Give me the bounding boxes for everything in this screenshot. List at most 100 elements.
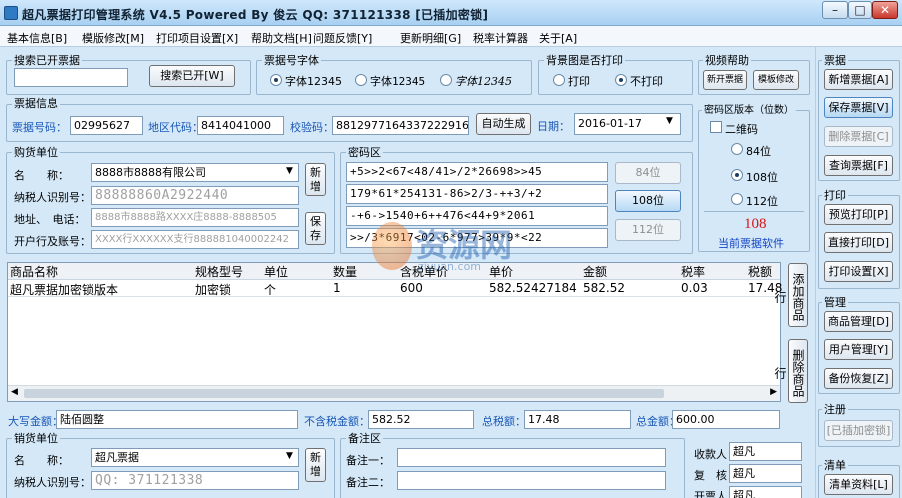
maximize-button[interactable]: □ [848,1,872,19]
date-picker[interactable]: 2016-01-17 [574,113,681,135]
auto-generate-button[interactable]: 自动生成 [476,113,531,135]
cipher-108-radio[interactable] [731,169,743,181]
remark-title: 备注区 [346,432,383,445]
payee-field[interactable]: 超凡 [729,442,802,461]
buyer-tax-field[interactable]: 88888860A2922440 [91,186,299,205]
scroll-thumb[interactable] [24,389,664,398]
cipher-108-button[interactable]: 108位 [615,190,681,212]
direct-print-button[interactable]: 直接打印[D] [824,232,893,253]
app-icon [4,6,18,20]
list-data-button[interactable]: 清单资料[L] [824,474,893,495]
search-input[interactable] [14,68,128,87]
font-option-1: 字体12345 [285,75,342,88]
save-bill-button[interactable]: 保存票据[V] [824,97,893,118]
font-radio-2[interactable] [355,74,367,86]
cell-amount: 582.52 [583,281,625,295]
remark-2-field[interactable] [397,471,666,490]
table-row[interactable] [8,280,780,297]
cipher-112-radio[interactable] [731,193,743,205]
caps-amount-field[interactable]: 陆佰圆整 [56,410,298,429]
buyer-new-button[interactable]: 新增 [305,163,326,196]
cell-spec: 加密锁 [195,283,232,297]
cipher-108-label: 108位 [746,171,778,184]
register-button[interactable]: [已插加密锁] [824,420,893,441]
menu-tax-calculator[interactable]: 税率计算器 [473,30,528,46]
verify-code-field[interactable]: 88129771643372229166 [332,116,469,135]
cipher-112-button[interactable]: 112位 [615,219,681,241]
add-goods-row-button[interactable]: 添加商品行 [773,263,808,327]
cipher-112-label: 112位 [746,195,778,208]
menu-feedback[interactable]: 问题反馈[Y] [313,30,372,46]
video-template-button[interactable]: 模板修改 [753,70,799,90]
cipher-84-button[interactable]: 84位 [615,162,681,184]
print-settings-button[interactable]: 打印设置[X] [824,261,893,282]
cipher-84-radio[interactable] [731,143,743,155]
caps-amount-label: 大写金额： [8,415,63,428]
qr-code-checkbox[interactable] [710,121,722,133]
user-manage-button[interactable]: 用户管理[Y] [824,339,893,360]
buyer-name-label: 名 称： [14,169,69,182]
font-radio-1[interactable] [270,74,282,86]
area-code-field[interactable]: 8414041000 [197,116,284,135]
total-tax-label: 总税额： [482,415,526,428]
cell-qty: 1 [333,281,341,295]
menu-template[interactable]: 模版修改[M] [82,30,144,46]
seller-tax-field[interactable]: QQ: 371121338 [91,471,299,490]
bg-print-radio[interactable] [553,74,565,86]
total-tax-field[interactable]: 17.48 [524,410,631,429]
cell-price-tax: 600 [400,281,423,295]
bill-number-field[interactable]: 02995627 [70,116,143,135]
goods-manage-button[interactable]: 商品管理[D] [824,311,893,332]
menu-basic-info[interactable]: 基本信息[B] [7,30,67,46]
search-button[interactable]: 搜索已开[W] [149,65,235,87]
cipher-line-2[interactable]: 179*61*254131-86>2/3-++3/+2 [346,184,608,204]
title-bar: 超凡票据打印管理系统 V4.5 Powered By 俊云 QQ: 371121… [0,0,902,26]
date-value: 2016-01-17 [578,117,642,130]
scroll-left-icon[interactable]: ◀ [11,387,18,397]
menu-help[interactable]: 帮助文档[H] [251,30,312,46]
cell-name: 超凡票据加密锁版本 [10,283,119,297]
close-button[interactable]: ✕ [872,1,898,19]
buyer-title: 购货单位 [12,146,60,159]
font-group-title: 票据号字体 [262,54,321,67]
col-unit: 单位 [264,265,289,279]
query-bill-button[interactable]: 查询票据[F] [824,155,893,176]
buyer-address-field[interactable]: 8888市8888路XXXX庄8888-8888505 [91,208,299,227]
font-radio-3[interactable] [440,74,452,86]
area-code-label: 地区代码： [148,121,203,134]
bg-noprint-radio[interactable] [615,74,627,86]
menu-print-items[interactable]: 打印项目设置[X] [156,30,238,46]
sidebar-register-title: 注册 [822,403,848,416]
delete-bill-button[interactable]: 删除票据[C] [824,126,893,147]
new-bill-button[interactable]: 新增票据[A] [824,69,893,90]
col-spec: 规格型号 [195,265,244,279]
col-tax-rate: 税率 [681,265,706,279]
sidebar-bill-title: 票据 [822,54,848,67]
drawer-field[interactable]: 超凡 [729,486,802,498]
buyer-address-label: 地址、 电话： [14,213,86,226]
buyer-bank-field[interactable]: XXXX行XXXXXX支行888881040002242 [91,230,299,249]
buyer-save-button[interactable]: 保存 [305,212,326,245]
menu-changelog[interactable]: 更新明细[G] [400,30,461,46]
reviewer-field[interactable]: 超凡 [729,464,802,483]
remark-1-field[interactable] [397,448,666,467]
preview-print-button[interactable]: 预览打印[P] [824,204,893,225]
window-title: 超凡票据打印管理系统 V4.5 Powered By 俊云 QQ: 371121… [22,8,489,22]
video-new-bill-button[interactable]: 新开票据 [703,70,747,90]
cipher-title: 密码区 [346,146,383,159]
cell-unit: 个 [264,283,277,297]
menu-about[interactable]: 关于[A] [539,30,577,46]
seller-name-select[interactable]: 超凡票据 [91,448,299,467]
cipher-line-1[interactable]: +5>>2<67<48/41>/2*26698>>45 [346,162,608,182]
backup-restore-button[interactable]: 备份恢复[Z] [824,368,893,389]
horizontal-scrollbar[interactable]: ◀ ▶ [8,385,780,401]
total-amount-field[interactable]: 600.00 [672,410,780,429]
sidebar-print-title: 打印 [822,189,848,202]
background-group-title: 背景图是否打印 [544,54,625,67]
buyer-name-select[interactable]: 8888市8888有限公司 [91,163,299,182]
seller-new-button[interactable]: 新增 [305,448,326,482]
scroll-right-icon[interactable]: ▶ [770,387,777,397]
delete-goods-row-button[interactable]: 删除商品行 [773,339,808,403]
notax-amount-field[interactable]: 582.52 [368,410,474,429]
minimize-button[interactable]: – [822,1,848,19]
